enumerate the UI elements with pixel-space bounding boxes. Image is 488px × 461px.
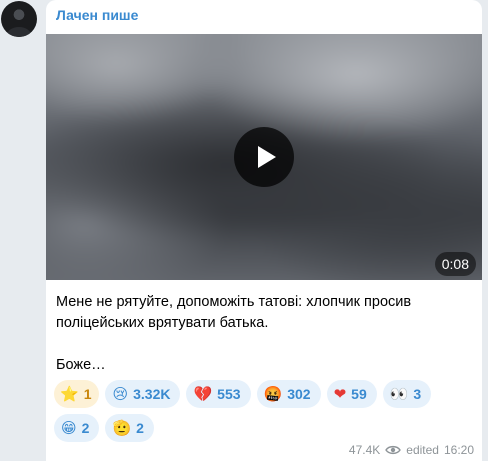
caption-line: Боже… [56, 357, 106, 373]
video-player[interactable]: 0:08 [46, 34, 482, 280]
reaction-count: 2 [136, 420, 144, 436]
eye-icon [385, 445, 402, 455]
reaction-count: 553 [217, 386, 241, 402]
author-name[interactable]: Лачен пише [56, 7, 138, 23]
eyes-icon: 👀 [389, 384, 409, 403]
angry-face-icon: 🤬 [263, 384, 283, 403]
crying-face-icon: 😢 [112, 384, 129, 403]
grinning-face-icon: 😁 [61, 418, 77, 437]
reaction-eyes[interactable]: 👀 3 [382, 380, 432, 408]
reaction-angry[interactable]: 🤬 302 [256, 380, 321, 408]
message-text: Мене не рятуйте, допоможіть татові: хлоп… [56, 292, 476, 376]
play-button[interactable] [234, 127, 294, 187]
reaction-count: 3 [413, 386, 422, 402]
star-icon: ⭐ [60, 384, 79, 403]
salute-face-icon: 🫡 [112, 418, 132, 437]
reaction-count: 302 [287, 386, 311, 402]
caption-line: поліцейських врятувати батька. [56, 315, 269, 331]
edited-label: edited [406, 443, 439, 457]
video-duration: 0:08 [434, 252, 476, 276]
reaction-star[interactable]: ⭐ 1 [54, 380, 100, 408]
channel-avatar[interactable] [1, 1, 37, 37]
reaction-broken-heart[interactable]: 💔 553 [186, 380, 251, 408]
view-count: 47.4K [348, 443, 381, 457]
reaction-grinning[interactable]: 😁 2 [54, 414, 100, 442]
caption-line: Мене не рятуйте, допоможіть татові: хлоп… [56, 294, 412, 310]
reaction-count: 3.32K [133, 386, 171, 402]
broken-heart-icon: 💔 [193, 384, 213, 403]
reaction-count: 2 [81, 420, 90, 436]
reactions-bar: ⭐ 1 😢 3.32K 💔 553 🤬 302 ❤ 59 👀 3 😁 2 🫡 2 [54, 380, 480, 442]
reaction-count: 1 [83, 386, 92, 402]
message-bubble: Лачен пише 0:08 Мене не рятуйте, допомож… [46, 0, 482, 461]
message-time: 16:20 [443, 443, 474, 457]
message-meta: 47.4K edited 16:20 [349, 443, 474, 457]
reaction-crying[interactable]: 😢 3.32K [105, 380, 181, 408]
reaction-count: 59 [351, 386, 367, 402]
reaction-salute[interactable]: 🫡 2 [105, 414, 154, 442]
heart-icon: ❤ [333, 384, 347, 403]
reaction-heart[interactable]: ❤ 59 [326, 380, 377, 408]
